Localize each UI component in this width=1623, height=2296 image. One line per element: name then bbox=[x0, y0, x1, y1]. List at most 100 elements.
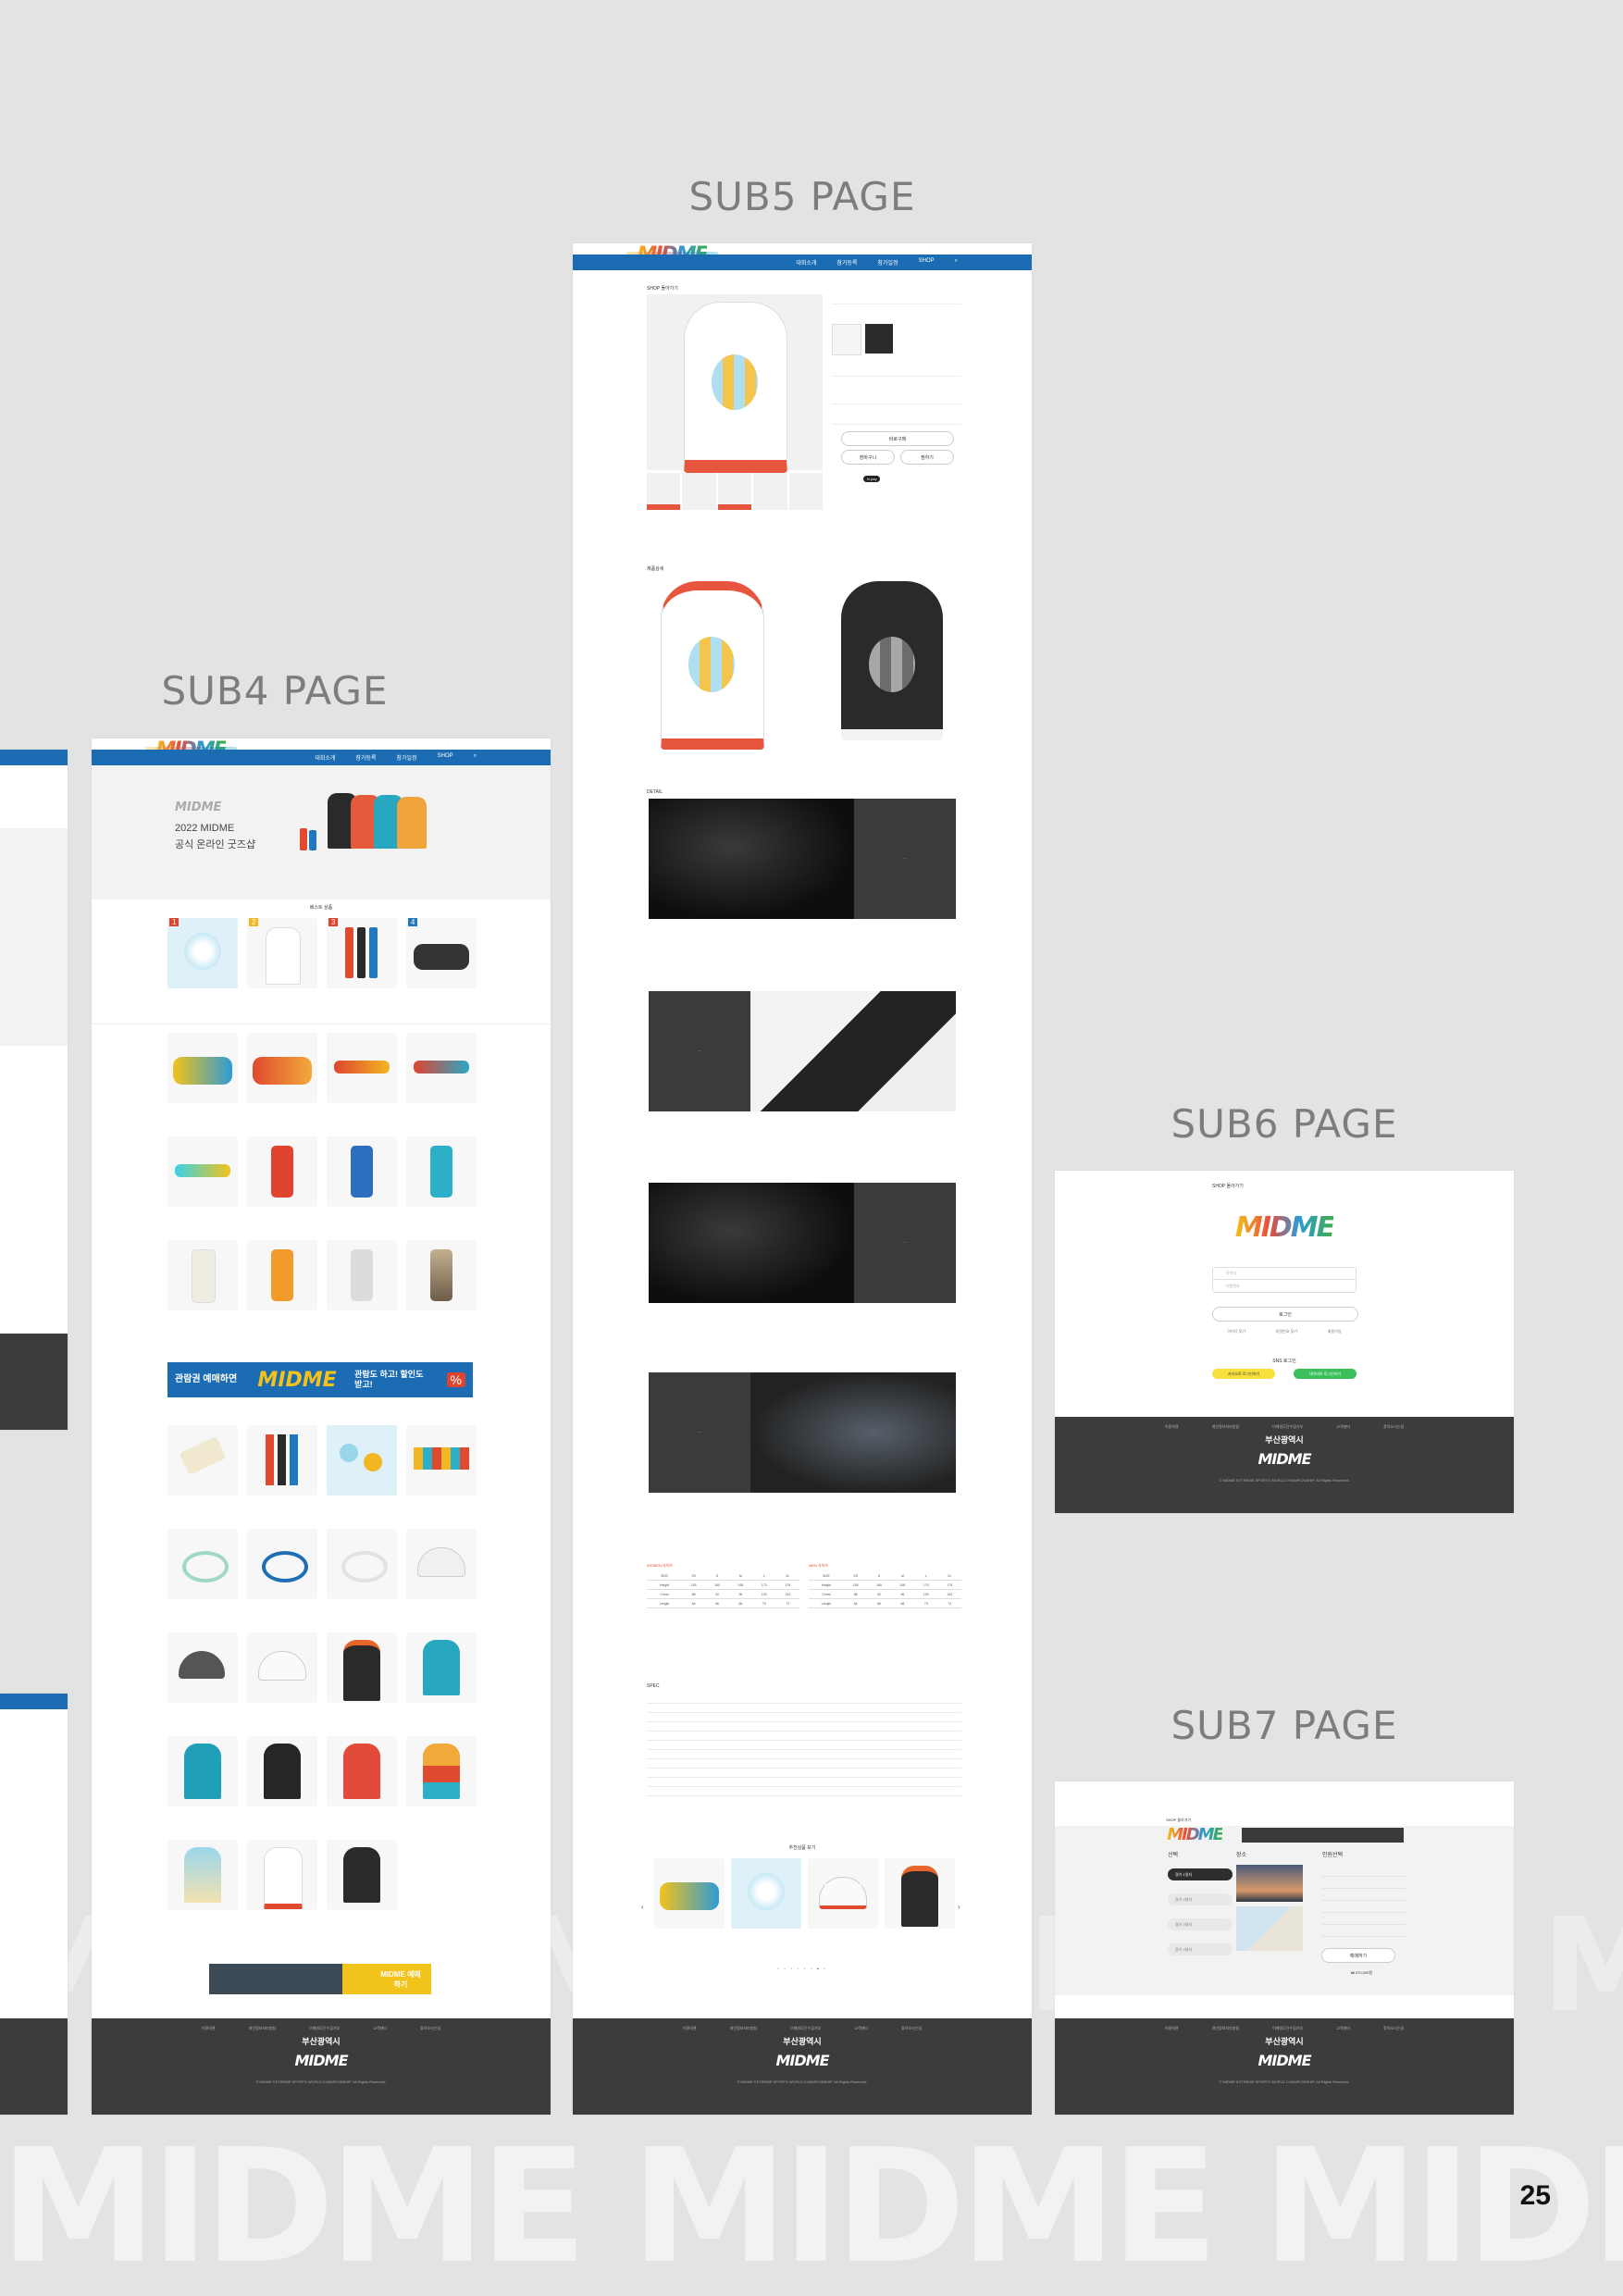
thumb-4[interactable] bbox=[753, 473, 787, 510]
related-prev-icon[interactable]: ‹ bbox=[641, 1903, 644, 1911]
nav-item-about[interactable]: 대회소개 bbox=[315, 753, 335, 762]
breadcrumb[interactable]: SHOP 돌아가기 bbox=[647, 285, 678, 292]
sns-title: SNS 로그인 bbox=[1272, 1359, 1296, 1364]
nav-item-register[interactable]: 참가등록 bbox=[836, 258, 857, 267]
login-button[interactable]: 로그인 bbox=[1212, 1307, 1358, 1322]
related-hoodie[interactable] bbox=[885, 1858, 955, 1929]
wish-button[interactable]: 찜하기 bbox=[900, 450, 954, 465]
related-products bbox=[654, 1858, 955, 1942]
hero-logo: MIDME bbox=[175, 800, 222, 814]
related-next-icon[interactable]: › bbox=[958, 1903, 960, 1911]
related-badges[interactable] bbox=[731, 1858, 801, 1929]
busan-logo: 부산광역시 bbox=[783, 2037, 822, 2046]
nav-item-shop[interactable]: SHOP bbox=[438, 753, 453, 762]
product-hoodie-cyan[interactable] bbox=[406, 1632, 477, 1703]
account-links: 아이디 찾기 비밀번호 찾기 회원가입 bbox=[1212, 1329, 1357, 1334]
nav-item-shop[interactable]: SHOP bbox=[919, 258, 935, 267]
product-glasses-1[interactable] bbox=[327, 1033, 397, 1103]
best-product-4[interactable]: 4 bbox=[406, 918, 477, 988]
thumb-5[interactable] bbox=[788, 473, 824, 510]
color-option-white[interactable] bbox=[832, 324, 861, 355]
product-hoodie-orange[interactable] bbox=[406, 1736, 477, 1806]
promo-banner[interactable]: 관람권 예매하면 MIDME 관람도 하고! 할인도 받고! % bbox=[167, 1362, 473, 1397]
reserve-button[interactable]: 예매하기 bbox=[1321, 1948, 1395, 1963]
main-product-image bbox=[647, 294, 823, 473]
product-phonecase-photo[interactable] bbox=[406, 1240, 477, 1310]
product-bottles[interactable] bbox=[247, 1425, 317, 1496]
footer-logo: MIDME bbox=[1258, 1450, 1311, 1468]
nav-item-register[interactable]: 참가등록 bbox=[355, 753, 376, 762]
venue-map[interactable] bbox=[1236, 1906, 1303, 1951]
product-glasses-3[interactable] bbox=[167, 1136, 238, 1207]
product-cap-3[interactable] bbox=[247, 1632, 317, 1703]
search-icon[interactable]: ⌕ bbox=[955, 258, 958, 267]
product-hoodie-black-2[interactable] bbox=[327, 1840, 397, 1910]
breadcrumb[interactable]: SHOP 돌아가기 bbox=[1212, 1183, 1244, 1189]
sub4-footer: 이용약관 개인정보처리방침 이메일무단수집거부 고객센터 찾아오시는길 부산광역시 MI… bbox=[92, 2018, 551, 2115]
product-badges[interactable] bbox=[327, 1425, 397, 1496]
sub6-logo: MIDME bbox=[1234, 1211, 1335, 1244]
best-product-3[interactable]: 3 bbox=[327, 918, 397, 988]
date-strip[interactable] bbox=[1242, 1828, 1404, 1843]
product-wristband-2[interactable] bbox=[247, 1529, 317, 1599]
product-hoodie-print[interactable] bbox=[167, 1840, 238, 1910]
product-hoodie-black-orange[interactable] bbox=[327, 1632, 397, 1703]
carousel-dots[interactable]: • • • • • • • • bbox=[573, 1967, 1032, 1972]
product-stickers[interactable] bbox=[406, 1425, 477, 1496]
cart-button[interactable]: 장바구니 bbox=[841, 450, 895, 465]
product-info-panel: 바로구매 장바구니 찜하기 N pay bbox=[832, 294, 961, 507]
product-bag-yellow[interactable] bbox=[167, 1033, 238, 1103]
nav-item-about[interactable]: 대회소개 bbox=[796, 258, 816, 267]
product-hoodie-white[interactable] bbox=[247, 1840, 317, 1910]
color-option-black[interactable] bbox=[865, 324, 893, 354]
thumb-2[interactable] bbox=[682, 473, 716, 510]
related-bag[interactable] bbox=[654, 1858, 725, 1929]
option-day1[interactable]: 경기 1일차 bbox=[1168, 1868, 1233, 1880]
product-wristband-1[interactable] bbox=[167, 1529, 238, 1599]
people-selector[interactable] bbox=[1322, 1865, 1406, 1939]
product-glasses-2[interactable] bbox=[406, 1033, 477, 1103]
product-phonecase-cyan[interactable] bbox=[406, 1136, 477, 1207]
product-wristband-3[interactable] bbox=[327, 1529, 397, 1599]
product-hoodie-cyan-2[interactable] bbox=[167, 1736, 238, 1806]
product-cap-1[interactable] bbox=[406, 1529, 477, 1599]
promo-logo: MIDME bbox=[257, 1368, 337, 1392]
product-phonecase-red[interactable] bbox=[247, 1136, 317, 1207]
option-day2[interactable]: 경기 2일차 bbox=[1168, 1893, 1233, 1905]
col2-title: 장소 bbox=[1236, 1853, 1247, 1858]
find-pw-link[interactable]: 비밀번호 찾기 bbox=[1276, 1329, 1297, 1334]
reserve-banner[interactable]: MIDME 예매하기 bbox=[209, 1964, 431, 1994]
option-day3[interactable]: 경기 3일차 bbox=[1168, 1918, 1233, 1930]
thumb-3[interactable] bbox=[717, 473, 752, 510]
search-icon[interactable]: ⌕ bbox=[474, 753, 477, 762]
option-day4[interactable]: 경기 4일차 bbox=[1168, 1943, 1233, 1955]
product-phonecase-blue[interactable] bbox=[327, 1136, 397, 1207]
signup-link[interactable]: 회원가입 bbox=[1328, 1329, 1342, 1334]
product-cap-2[interactable] bbox=[167, 1632, 238, 1703]
product-phonecase-orange[interactable] bbox=[247, 1240, 317, 1310]
product-phonecase-white[interactable] bbox=[167, 1240, 238, 1310]
find-id-link[interactable]: 아이디 찾기 bbox=[1227, 1329, 1245, 1334]
nav-item-schedule[interactable]: 참가일정 bbox=[878, 258, 898, 267]
id-input[interactable]: 아이디 bbox=[1212, 1267, 1357, 1280]
nav-item-schedule[interactable]: 참가일정 bbox=[397, 753, 417, 762]
kakao-login-button[interactable]: 카카오로 로그인하기 bbox=[1212, 1369, 1275, 1379]
product-hoodie-red[interactable] bbox=[327, 1736, 397, 1806]
naver-login-button[interactable]: 네이버로 로그인하기 bbox=[1294, 1369, 1357, 1379]
related-cap[interactable] bbox=[808, 1858, 878, 1929]
product-phonecase-grey[interactable] bbox=[327, 1240, 397, 1310]
npay-badge[interactable]: N pay bbox=[863, 476, 881, 482]
thumb-1[interactable] bbox=[647, 473, 681, 510]
product-hoodie-black[interactable] bbox=[247, 1736, 317, 1806]
busan-logo: 부산광역시 bbox=[1265, 1435, 1304, 1445]
product-phonecase-pattern[interactable] bbox=[167, 1425, 238, 1496]
sub4-hero: MIDME 2022 MIDME 공식 온라인 굿즈샵 bbox=[92, 765, 551, 900]
breadcrumb[interactable]: SHOP 돌아가기 bbox=[1166, 1818, 1191, 1823]
sub4-page: ···· MIDME 대회소개 참가등록 참가일정 SHOP ⌕ MIDME 2… bbox=[92, 738, 551, 2115]
product-bag-red[interactable] bbox=[247, 1033, 317, 1103]
best-product-1[interactable]: 1 bbox=[167, 918, 238, 988]
best-product-2[interactable]: 2 bbox=[247, 918, 317, 988]
pw-input[interactable]: 비밀번호 bbox=[1212, 1280, 1357, 1293]
buy-now-button[interactable]: 바로구매 bbox=[841, 431, 954, 446]
sub5-footer: 이용약관 개인정보처리방침 이메일무단수집거부 고객센터 찾아오시는길 부산광역시 MI… bbox=[573, 2018, 1032, 2115]
